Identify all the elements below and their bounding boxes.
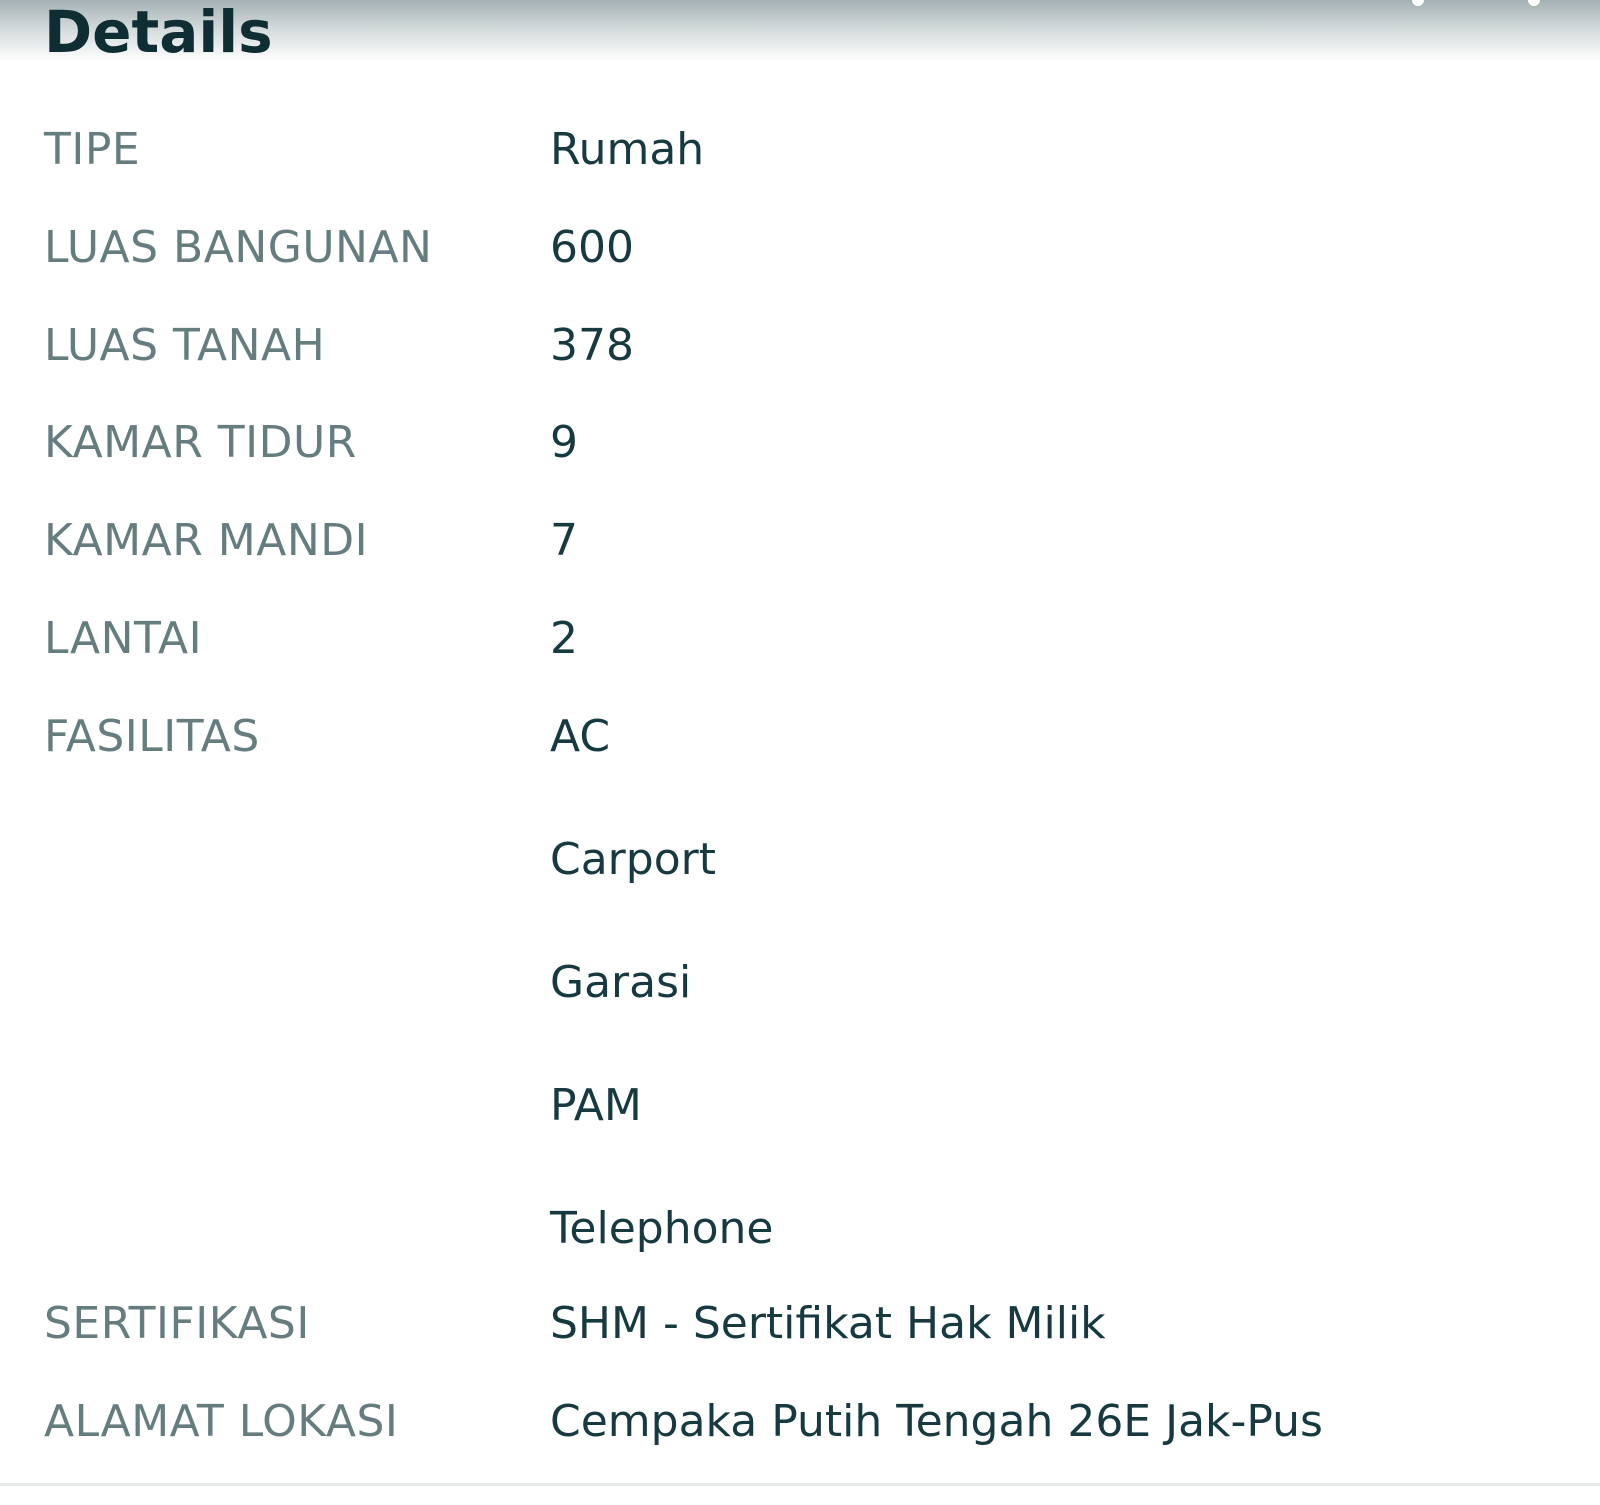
detail-value: 7: [550, 515, 578, 566]
detail-value: AC: [550, 711, 611, 762]
detail-row-kamar-mandi: KAMAR MANDI 7: [0, 511, 1600, 571]
detail-label: LUAS TANAH: [44, 320, 326, 371]
detail-label: KAMAR TIDUR: [44, 417, 357, 468]
detail-label: ALAMAT LOKASI: [44, 1396, 399, 1447]
detail-row-kamar-tidur: KAMAR TIDUR 9: [0, 413, 1600, 473]
detail-label: LANTAI: [44, 613, 203, 664]
detail-value: 9: [550, 417, 578, 468]
detail-label: FASILITAS: [44, 711, 260, 762]
detail-row-tipe: TIPE Rumah: [0, 120, 1600, 180]
bottom-divider: [0, 1483, 1600, 1486]
detail-value: Telephone: [550, 1203, 774, 1254]
detail-row-fasilitas-item: Carport: [0, 830, 1600, 890]
detail-value: 2: [550, 613, 578, 664]
detail-value: Garasi: [550, 957, 692, 1008]
detail-row-luas-tanah: LUAS TANAH 378: [0, 316, 1600, 376]
detail-value: 600: [550, 222, 634, 273]
detail-value: SHM - Sertifikat Hak Milik: [550, 1298, 1106, 1349]
detail-value: 378: [550, 320, 634, 371]
detail-label: LUAS BANGUNAN: [44, 222, 433, 273]
detail-row-fasilitas-item: PAM: [0, 1076, 1600, 1136]
detail-label: SERTIFIKASI: [44, 1298, 310, 1349]
detail-row-alamat-lokasi: ALAMAT LOKASI Cempaka Putih Tengah 26E J…: [0, 1392, 1600, 1452]
detail-value: Rumah: [550, 124, 705, 175]
detail-row-sertifikasi: SERTIFIKASI SHM - Sertifikat Hak Milik: [0, 1294, 1600, 1354]
detail-row-lantai: LANTAI 2: [0, 609, 1600, 669]
detail-row-fasilitas-item: Telephone: [0, 1199, 1600, 1259]
details-list: TIPE Rumah LUAS BANGUNAN 600 LUAS TANAH …: [0, 0, 1600, 1505]
detail-value: Carport: [550, 834, 716, 885]
detail-row-fasilitas-item: Garasi: [0, 953, 1600, 1013]
detail-label: TIPE: [44, 124, 141, 175]
detail-label: KAMAR MANDI: [44, 515, 369, 566]
detail-value: PAM: [550, 1080, 642, 1131]
detail-value: Cempaka Putih Tengah 26E Jak-Pus: [550, 1396, 1323, 1447]
detail-row-fasilitas: FASILITAS AC: [0, 707, 1600, 767]
detail-row-luas-bangunan: LUAS BANGUNAN 600: [0, 218, 1600, 278]
